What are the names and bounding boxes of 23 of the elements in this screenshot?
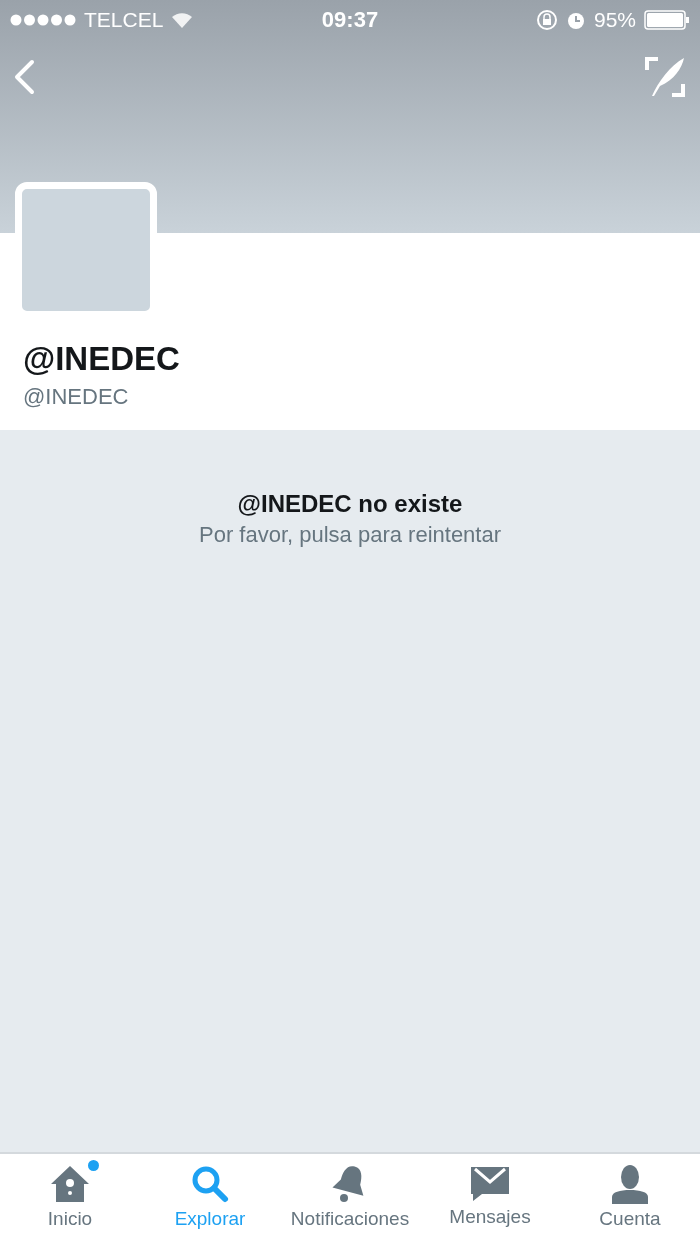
tab[interactable]: Notificaciones [280,1154,420,1245]
error-title: @INEDEC no existe [237,490,463,518]
compose-icon[interactable] [644,56,686,98]
alarm-icon [565,10,586,30]
tab[interactable]: Cuenta [560,1154,700,1245]
wifi-icon [171,12,194,28]
battery-icon [644,10,690,30]
tab[interactable]: Inicio [0,1154,140,1245]
back-icon[interactable] [12,59,36,95]
username: @INEDEC [23,384,130,410]
retry-hint[interactable]: Por favor, pulsa para reintentar [198,522,502,548]
carrier-name: TELCEL [84,8,164,32]
status-time: 09:37 [321,7,379,33]
envelope-icon [470,1164,510,1202]
display-name: @INEDEC [23,340,181,378]
tab[interactable]: Mensajes [420,1154,560,1245]
battery-percent: 95% [593,8,636,32]
search-icon [190,1164,230,1204]
signal-icon [10,14,76,26]
person-icon [610,1164,650,1204]
tab[interactable]: Explorar [140,1154,280,1245]
rotation-lock-icon [535,9,558,31]
birdhouse-icon [49,1164,91,1204]
